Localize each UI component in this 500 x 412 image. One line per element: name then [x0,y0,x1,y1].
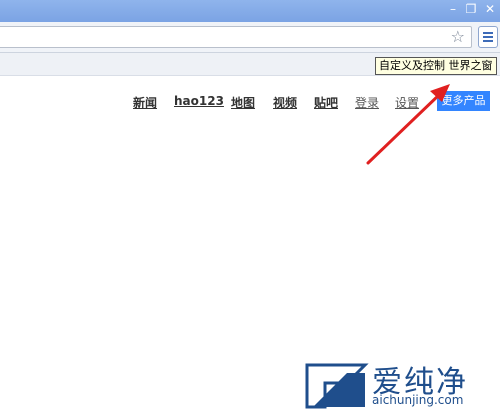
annotation-arrow-icon [366,84,450,165]
watermark-url: aichunjing.com [372,393,464,407]
